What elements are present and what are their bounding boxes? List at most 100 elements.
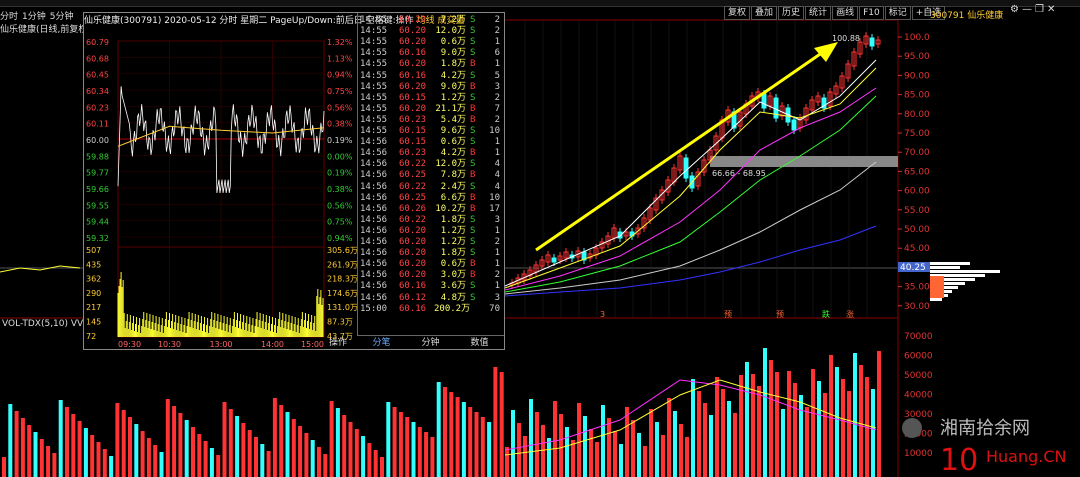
trade-d: S	[470, 292, 476, 303]
intraday-pct-label: 0.94%	[327, 71, 353, 80]
trade-t: 14:56	[360, 281, 388, 292]
volume-bar	[134, 424, 139, 477]
minimize-icon[interactable]: —	[1022, 4, 1035, 15]
intraday-vol-right-label: 131.0万	[327, 303, 357, 312]
trade-p: 60.16	[399, 70, 427, 81]
volume-bar	[209, 448, 214, 477]
intraday-popup-window[interactable]: 仙乐健康(300791) 2020-05-12 分时 星期二 PageUp/Do…	[83, 12, 505, 350]
trade-p: 60.20	[399, 259, 427, 270]
trade-n: 2	[494, 237, 500, 247]
trade-row: 14:56 60.23 4.2万 B 1	[358, 148, 505, 159]
volume-bar	[310, 440, 315, 477]
trade-t: 14:56	[360, 292, 388, 303]
volume-bar	[763, 348, 767, 477]
trade-p: 60.16	[399, 48, 427, 59]
trade-p: 60.20	[399, 81, 427, 92]
intraday-chart[interactable]: 60.79 60.68 60.45 60.34 60.23 60.11 60.00 59.88…	[84, 27, 357, 349]
intraday-price-label: 59.66	[86, 185, 109, 194]
popup-tab-0[interactable]: 分笔	[357, 336, 406, 350]
tick-trade-list[interactable]: 14:55 60.20 7.2万 S 2 14:55 60.20 12.0万 S 2 14:55 60…	[357, 13, 505, 335]
toolbar-button-6[interactable]: 标记	[884, 6, 911, 20]
settings-icon[interactable]: ⚙	[1010, 4, 1022, 15]
intraday-pct-label: 0.19%	[327, 136, 353, 145]
volume-bar	[392, 407, 397, 477]
volume-bar	[279, 405, 284, 477]
trade-row: 14:55 60.20 12.0万 S 2	[358, 26, 505, 37]
volume-bar	[523, 436, 527, 477]
wechat-icon	[902, 418, 922, 438]
stock-code-label: 300791 仙乐健康	[930, 11, 1004, 21]
trade-p: 60.20	[399, 225, 427, 236]
trade-t: 14:55	[360, 81, 388, 92]
intraday-price-label: 60.34	[86, 87, 109, 96]
intraday-time-label: 14:00	[261, 340, 284, 349]
restore-icon[interactable]: ❐	[1035, 4, 1047, 15]
trade-d: S	[470, 70, 476, 81]
volume-bar	[589, 429, 593, 477]
trade-row: 14:55 60.20 0.6万 S 1	[358, 37, 505, 48]
popup-tab-1[interactable]: 分钟	[406, 336, 455, 350]
volume-bar	[553, 401, 557, 477]
watermark-domain: Huang.CN	[986, 447, 1067, 466]
trade-v: 1.2万	[440, 237, 466, 247]
trade-t: 14:56	[360, 203, 388, 214]
candlestick	[683, 157, 689, 179]
volume-bar	[228, 409, 233, 477]
trade-v: 12.0万	[435, 26, 466, 37]
popup-operation-button[interactable]: 操作	[329, 335, 347, 348]
trade-n: 10	[489, 192, 500, 203]
event-label: 预	[776, 309, 784, 319]
volume-bar	[817, 381, 821, 477]
volume-bar	[424, 432, 429, 477]
trade-p: 60.22	[399, 159, 427, 170]
volume-bar	[583, 416, 587, 477]
trade-d: B	[470, 81, 476, 92]
volume-bar	[461, 402, 466, 477]
trade-n: 17	[489, 203, 500, 214]
trade-t: 14:56	[360, 248, 388, 259]
popup-tab-2[interactable]: 数值	[455, 336, 504, 350]
intraday-price-label: 60.00	[86, 136, 109, 145]
trade-row: 14:56 60.25 6.6万 B 10	[358, 193, 505, 204]
trade-p: 60.20	[399, 237, 427, 247]
volume-bar	[643, 446, 647, 477]
trade-row: 14:56 60.15 0.6万 S 1	[358, 137, 505, 148]
trade-t: 14:56	[360, 159, 388, 170]
price-axis-label: 100.0	[904, 33, 930, 43]
toolbar-button-3[interactable]: 统计	[805, 6, 832, 20]
intraday-pct-label: 1.32%	[327, 38, 353, 47]
price-axis-label: 45.00	[904, 244, 930, 254]
trade-n: 5	[494, 70, 500, 81]
trade-v: 10.2万	[435, 203, 466, 214]
volume-axis-label: 50000	[904, 371, 933, 381]
toolbar-button-4[interactable]: 画线	[832, 6, 859, 20]
toolbar-button-5[interactable]: F10	[859, 6, 884, 20]
volume-bar	[829, 355, 833, 477]
volume-bar	[46, 446, 51, 477]
intraday-vol-label: 435	[86, 260, 101, 269]
intraday-vol-label: 145	[86, 318, 101, 327]
trade-n: 1	[494, 225, 500, 236]
trade-p: 60.20	[399, 103, 427, 114]
volume-bar	[565, 427, 569, 477]
volume-bar	[679, 424, 683, 477]
trade-p: 60.25	[399, 192, 427, 203]
trade-t: 14:56	[360, 137, 388, 148]
volume-profile-bar	[930, 276, 944, 298]
close-icon[interactable]: ✕	[1047, 4, 1058, 15]
trade-d: B	[470, 148, 476, 159]
window-controls[interactable]: ⚙—❐✕	[1010, 4, 1058, 15]
toolbar-button-1[interactable]: 叠加	[751, 6, 778, 20]
trade-d: B	[470, 103, 476, 114]
watermark-brand: 10	[940, 443, 978, 477]
toolbar-button-2[interactable]: 历史	[778, 6, 805, 20]
trade-d: B	[470, 170, 476, 181]
toolbar-button-0[interactable]: 复权	[724, 6, 751, 20]
trade-n: 1	[494, 37, 500, 48]
price-axis-label: 85.00	[904, 91, 930, 101]
trade-row: 14:55 60.23 5.4万 B 2	[358, 115, 505, 126]
trade-v: 7.2万	[440, 15, 466, 25]
trade-t: 14:55	[360, 15, 388, 25]
volume-bar	[342, 415, 347, 477]
volume-bar	[52, 453, 57, 477]
